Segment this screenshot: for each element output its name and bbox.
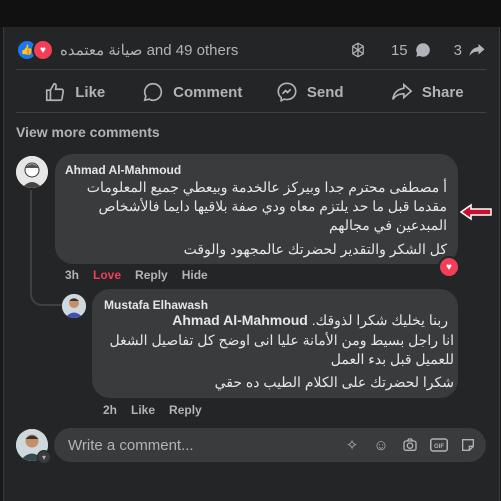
comment-icon xyxy=(143,82,163,102)
comment-bubble: Ahmad Al-Mahmoud أ مصطفى محترم جدا وبيرك… xyxy=(55,154,458,264)
red-arrow-annotation xyxy=(459,203,492,221)
reply-meta: 2h Like Reply xyxy=(103,403,202,417)
reply-button[interactable]: Reply xyxy=(135,268,168,282)
emoji-icon[interactable]: ☺ xyxy=(371,435,391,455)
comment-author[interactable]: Ahmad Al-Mahmoud xyxy=(65,163,181,177)
like-comment-button[interactable]: Like xyxy=(131,403,155,417)
send-button[interactable]: Send xyxy=(251,73,369,111)
camera-icon[interactable] xyxy=(400,435,420,455)
love-button[interactable]: Love xyxy=(93,268,121,282)
view-more-comments-link[interactable]: View more comments xyxy=(16,124,160,140)
messenger-icon xyxy=(277,82,297,103)
reply-author[interactable]: Mustafa Elhawash xyxy=(104,298,208,312)
mention-link[interactable]: Ahmad Al-Mahmoud xyxy=(172,312,308,328)
thumbs-up-icon xyxy=(46,82,65,102)
comment-button[interactable]: Comment xyxy=(134,73,252,111)
share-icon xyxy=(391,82,413,100)
share-count-icon xyxy=(469,44,485,56)
reply-to-reply-button[interactable]: Reply xyxy=(169,403,202,417)
chevron-down-icon[interactable]: ▾ xyxy=(37,450,51,464)
reply-text-1: ربنا يخليك شكرا لذوقك. xyxy=(311,312,448,328)
share-label: Share xyxy=(421,83,464,101)
share-button[interactable]: Share xyxy=(369,73,487,111)
divider-top xyxy=(16,69,486,70)
svg-text:GIF: GIF xyxy=(434,444,444,450)
love-reaction-icon: ♥ xyxy=(32,39,54,61)
comment-composer: ✧ ☺ GIF xyxy=(54,428,486,462)
reply-first-line: ربنا يخليك شكرا لذوقك. Ahmad Al-Mahmoud xyxy=(104,311,448,330)
composer-tools: ✧ ☺ GIF xyxy=(342,435,478,455)
comment-label: Comment xyxy=(173,83,243,101)
share-count[interactable]: 3 xyxy=(454,42,462,59)
reaction-summary[interactable]: صيانة معتمده and 49 others xyxy=(60,41,238,59)
reactions-bar: 👍 ♥ صيانة معتمده and 49 others 15 3 xyxy=(16,38,486,62)
like-button[interactable]: Like xyxy=(16,73,134,111)
user-avatar-icon xyxy=(62,294,86,318)
comment-meta: 3h Love Reply Hide xyxy=(65,268,208,282)
reply-text-3: شكرا لحضرتك على الكلام الطيب ده حقي xyxy=(214,374,454,390)
divider-bottom xyxy=(16,112,486,113)
send-label: Send xyxy=(306,83,344,101)
post-actions: Like Comment Send Share xyxy=(16,73,486,111)
reply-bubble: Mustafa Elhawash ربنا يخليك شكرا لذوقك. … xyxy=(92,289,458,398)
comment-input[interactable] xyxy=(66,435,300,455)
avatar[interactable] xyxy=(16,156,48,188)
gif-icon[interactable]: GIF xyxy=(429,435,449,455)
post-stats: 15 3 xyxy=(349,41,486,59)
comment-time[interactable]: 3h xyxy=(65,268,79,282)
comment-text: أ مصطفى محترم جدا وبيركز عالخدمة وبيعطي … xyxy=(86,179,447,233)
avatar-sticker-icon[interactable]: ✧ xyxy=(342,435,362,455)
hide-button[interactable]: Hide xyxy=(182,268,208,282)
top-strip xyxy=(0,0,501,27)
comment-count-icon xyxy=(415,43,430,57)
comment-text-2: كل الشكر والتقدير لحضرتك عالمجهود والوقت xyxy=(183,241,447,257)
avatar[interactable] xyxy=(62,294,86,318)
meta-ai-icon[interactable] xyxy=(349,41,367,59)
reply-text-2: انا راجل بسيط ومن الأمانة عليا انى اوضح … xyxy=(109,332,454,367)
reaction-icons[interactable]: 👍 ♥ xyxy=(16,39,54,61)
comment-count[interactable]: 15 xyxy=(391,42,408,59)
reply-time[interactable]: 2h xyxy=(103,403,117,417)
like-label: Like xyxy=(75,83,106,101)
love-reaction-badge[interactable]: ♥ xyxy=(438,256,460,278)
sticker-icon[interactable] xyxy=(458,435,478,455)
user-avatar-icon xyxy=(16,156,48,188)
